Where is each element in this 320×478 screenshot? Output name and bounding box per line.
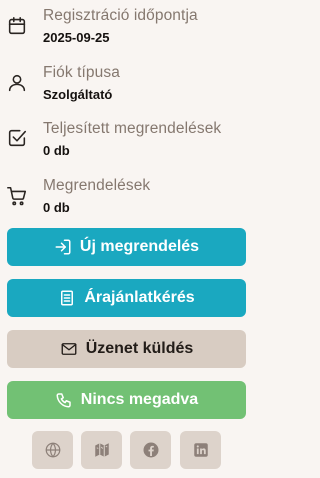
map-button[interactable] (81, 431, 122, 469)
login-icon (54, 238, 72, 256)
linkedin-button[interactable] (180, 431, 221, 469)
completed-orders-item: Teljesített megrendelések 0 db (0, 120, 254, 168)
envelope-icon (60, 340, 78, 358)
cart-icon (6, 185, 28, 207)
orders-item: Megrendelések 0 db (0, 177, 254, 225)
new-order-label: Új megrendelés (79, 238, 200, 255)
phone-label: Nincs megadva (80, 391, 199, 408)
registration-date-item: Regisztráció időpontja 2025-09-25 (0, 7, 254, 55)
orders-label: Megrendelések (43, 177, 151, 194)
account-type-item: Fiók típusa Szolgáltató (0, 64, 254, 112)
quote-request-label: Árajánlatkérés (84, 289, 195, 306)
facebook-button[interactable] (130, 431, 171, 469)
registration-date-value: 2025-09-25 (43, 30, 110, 45)
quote-request-button[interactable]: Árajánlatkérés (7, 279, 246, 317)
checkbox-icon (6, 127, 28, 149)
account-type-label: Fiók típusa (43, 64, 120, 81)
user-icon (6, 72, 28, 94)
document-icon (58, 289, 76, 307)
globe-icon (44, 441, 62, 459)
phone-icon (55, 391, 73, 409)
phone-button[interactable]: Nincs megadva (7, 381, 246, 419)
website-button[interactable] (32, 431, 73, 469)
completed-orders-value: 0 db (43, 143, 70, 158)
linkedin-icon (192, 441, 210, 459)
new-order-button[interactable]: Új megrendelés (7, 228, 246, 266)
account-type-value: Szolgáltató (43, 87, 113, 102)
facebook-icon (142, 441, 160, 459)
send-message-button[interactable]: Üzenet küldés (7, 330, 246, 368)
orders-value: 0 db (43, 200, 70, 215)
send-message-label: Üzenet küldés (85, 340, 194, 357)
registration-date-label: Regisztráció időpontja (43, 7, 198, 24)
calendar-icon (6, 15, 28, 37)
map-icon (93, 441, 111, 459)
completed-orders-label: Teljesített megrendelések (43, 120, 222, 137)
social-links (32, 431, 222, 469)
